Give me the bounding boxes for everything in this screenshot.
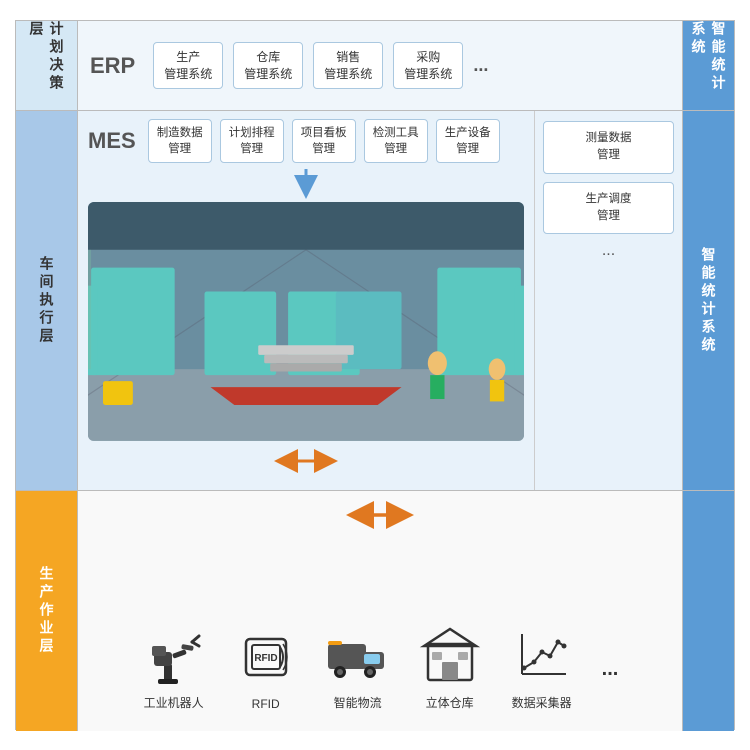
robot-svg [144, 624, 204, 684]
bot-arrow-icon [350, 501, 410, 529]
bot-arrow-up [350, 501, 410, 536]
chart-label: 数据采集器 [512, 694, 572, 711]
right-label-bot [682, 491, 734, 731]
erp-box-3: 销售管理系统 [313, 42, 383, 90]
mes-right-box-2: 生产调度管理 [543, 182, 674, 235]
mes-box-1: 制造数据管理 [148, 119, 212, 163]
erp-section: ERP 生产管理系统 仓库管理系统 销售管理系统 采购管理系统 ... [78, 21, 682, 110]
warehouse-icon [418, 622, 482, 686]
erp-label: ERP [90, 53, 135, 79]
factory-image [88, 202, 524, 441]
robot-label: 工业机器人 [144, 694, 204, 711]
arrow-down-area [88, 169, 524, 196]
bot-row: 生产作业层 [16, 491, 734, 731]
mes-right-dots: ... [543, 242, 674, 260]
right-label-top: 智能统计系统 [682, 21, 734, 110]
erp-box-1: 生产管理系统 [153, 42, 223, 90]
chart-svg [512, 624, 572, 684]
bidir-arrow-icon [276, 447, 336, 475]
device-chart: 数据采集器 [510, 622, 574, 711]
mes-top-bar: MES 制造数据管理 计划排程管理 项目看板管理 检测工具管理 生产设备管理 [88, 119, 524, 163]
arrow-down-icon [276, 169, 336, 191]
device-rfid: RFID RFID [234, 625, 298, 711]
chart-icon [510, 622, 574, 686]
layer-chejian: 车间执行层 [16, 111, 78, 490]
warehouse-label: 立体仓库 [426, 694, 474, 711]
mes-modules: 制造数据管理 计划排程管理 项目看板管理 检测工具管理 生产设备管理 [148, 119, 500, 163]
robot-icon [142, 622, 206, 686]
mid-content: MES 制造数据管理 计划排程管理 项目看板管理 检测工具管理 生产设备管理 [78, 111, 534, 490]
truck-icon [326, 622, 390, 686]
device-truck: 智能物流 [326, 622, 390, 711]
erp-box-4: 采购管理系统 [393, 42, 463, 90]
mid-row: 车间执行层 MES 制造数据管理 计划排程管理 项目看板管理 检测工具管理 生产… [16, 111, 734, 491]
layer-jihua: 计划决策层 [16, 21, 78, 110]
device-robot: 工业机器人 [142, 622, 206, 711]
svg-text:RFID: RFID [254, 653, 277, 664]
bidir-arrow [88, 447, 524, 482]
rfid-svg: RFID [236, 627, 296, 687]
erp-systems: 生产管理系统 仓库管理系统 销售管理系统 采购管理系统 ... [153, 42, 670, 90]
device-dots: ... [602, 658, 619, 711]
warehouse-svg [420, 624, 480, 684]
device-warehouse: 立体仓库 [418, 622, 482, 711]
mid-right-modules: 测量数据管理 生产调度管理 ... [534, 111, 682, 490]
mes-box-5: 生产设备管理 [436, 119, 500, 163]
device-icons-row: 工业机器人 RFID [142, 544, 619, 721]
truck-label: 智能物流 [334, 694, 382, 711]
factory-scene-svg [88, 202, 524, 441]
mes-box-4: 检测工具管理 [364, 119, 428, 163]
erp-box-2: 仓库管理系统 [233, 42, 303, 90]
mes-right-box-1: 测量数据管理 [543, 121, 674, 174]
right-label-mid: 智能统计系统 [682, 111, 734, 490]
rfid-label: RFID [252, 697, 280, 711]
layer-shengchan: 生产作业层 [16, 491, 78, 731]
mes-label: MES [88, 128, 136, 154]
mes-box-3: 项目看板管理 [292, 119, 356, 163]
main-container: 计划决策层 ERP 生产管理系统 仓库管理系统 销售管理系统 采购管理系统 ..… [15, 20, 735, 730]
top-row: 计划决策层 ERP 生产管理系统 仓库管理系统 销售管理系统 采购管理系统 ..… [16, 21, 734, 111]
mes-box-2: 计划排程管理 [220, 119, 284, 163]
bot-content: 工业机器人 RFID [78, 491, 682, 731]
erp-dots: ... [473, 55, 488, 76]
dots-label: ... [602, 658, 619, 711]
rfid-icon: RFID [234, 625, 298, 689]
truck-svg [326, 624, 390, 684]
